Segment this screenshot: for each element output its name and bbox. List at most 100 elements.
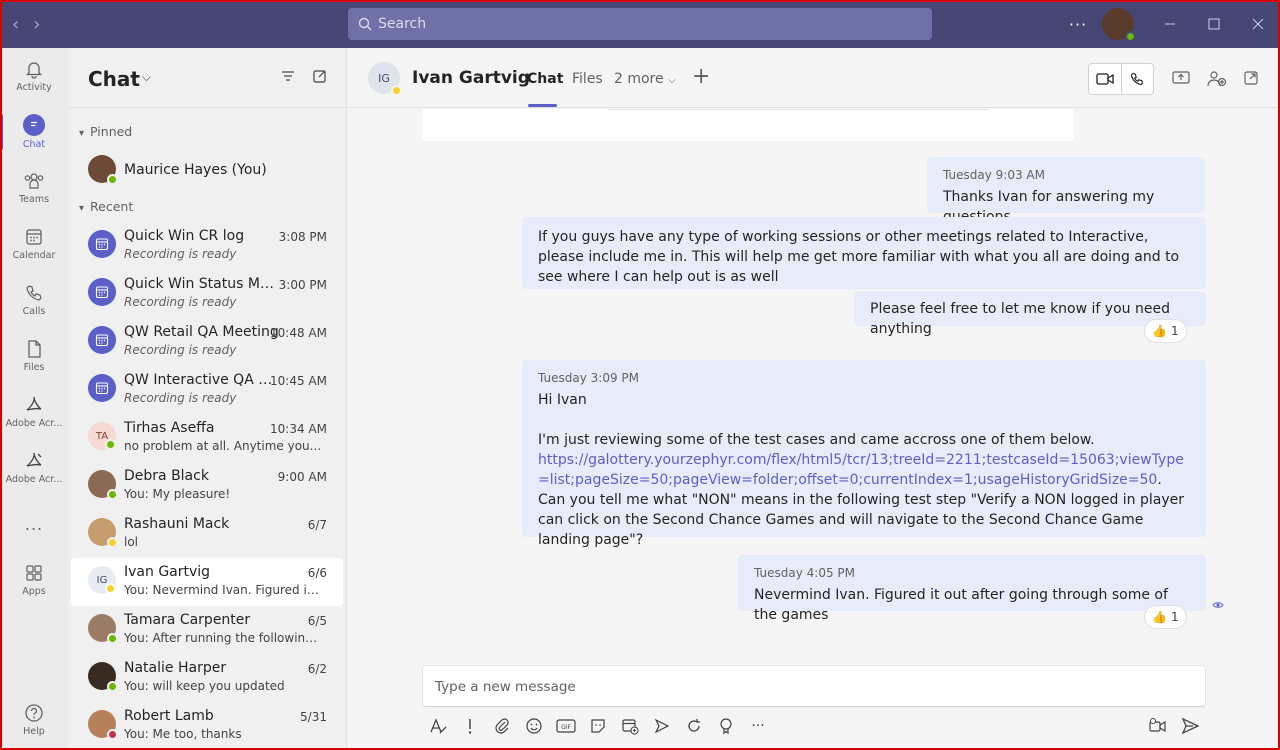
chevron-down-icon[interactable]: ⌵ (142, 70, 151, 85)
chat-name: Ivan Gartvig (124, 564, 211, 580)
message-bubble[interactable]: Tuesday 4:05 PM Nevermind Ivan. Figured … (738, 555, 1206, 623)
rail-apps[interactable]: Apps (0, 552, 68, 608)
gif-button[interactable]: GIF (556, 716, 576, 736)
rail-calls[interactable]: Calls (0, 272, 68, 328)
chat-preview: Recording is ready (124, 247, 237, 261)
rail-activity[interactable]: Activity (0, 48, 68, 104)
reaction-like[interactable]: 👍 1 (1144, 605, 1187, 629)
chat-list-item[interactable]: Maurice Hayes (You) (71, 147, 343, 195)
format-text-icon (430, 718, 447, 734)
emoji-button[interactable] (524, 716, 544, 736)
chat-list-item-selected[interactable]: IG Ivan Gartvig 6/6 You: Nevermind Ivan.… (71, 558, 343, 606)
send-icon (1181, 717, 1199, 735)
stream-button[interactable] (652, 716, 672, 736)
add-people-icon[interactable] (1207, 70, 1227, 88)
message-list[interactable]: Tuesday 9:03 AM Thanks Ivan for answerin… (348, 109, 1280, 657)
important-button[interactable] (460, 716, 480, 736)
presence-available-icon (107, 681, 118, 692)
message-bubble[interactable]: If you guys have any type of working ses… (522, 217, 1206, 289)
rail-calendar[interactable]: Calendar (0, 216, 68, 272)
file-icon (28, 340, 41, 358)
calendar-icon (26, 229, 42, 245)
recent-section-label[interactable]: Recent (79, 199, 133, 214)
message-text: Please feel free to let me know if you n… (870, 301, 1170, 337)
chat-name: Tirhas Aseffa (124, 420, 215, 436)
search-bar[interactable]: Search (348, 8, 932, 40)
schedule-meeting-button[interactable] (620, 716, 640, 736)
chat-list-item[interactable]: QW Retail QA Meeting 10:48 AM Recording … (71, 318, 343, 366)
chat-time: 5/31 (300, 710, 327, 724)
chat-list-item[interactable]: Natalie Harper 6/2 You: will keep you up… (71, 654, 343, 702)
minimize-button[interactable] (1148, 0, 1192, 48)
pinned-section-label[interactable]: Pinned (79, 124, 132, 139)
gif-icon: GIF (556, 719, 576, 733)
send-button[interactable] (1180, 716, 1200, 736)
phone-icon (26, 285, 42, 301)
search-placeholder: Search (378, 16, 427, 32)
tab-files[interactable]: Files (572, 71, 603, 87)
chat-name: Robert Lamb (124, 708, 214, 724)
rail-chat[interactable]: Chat (0, 104, 68, 160)
format-button[interactable] (428, 716, 448, 736)
chat-time: 6/2 (307, 662, 327, 676)
tab-more[interactable]: 2 more ⌵ (614, 71, 676, 87)
avatar (88, 470, 118, 500)
rail-files[interactable]: Files (0, 328, 68, 384)
chat-list-item[interactable]: QW Interactive QA M... 10:45 AM Recordin… (71, 366, 343, 414)
chat-preview: no problem at all. Anytime you... (124, 439, 322, 453)
rail-teams[interactable]: Teams (0, 160, 68, 216)
forward-arrow-icon[interactable]: › (33, 14, 40, 35)
tab-chat[interactable]: Chat (527, 71, 563, 87)
video-clip-button[interactable] (1148, 716, 1168, 736)
conversation-title[interactable]: Ivan Gartvig (412, 68, 530, 88)
chat-list-item[interactable]: Debra Black 9:00 AM You: My pleasure! (71, 462, 343, 510)
chat-list-item[interactable]: TA Tirhas Aseffa 10:34 AM no problem at … (71, 414, 343, 462)
audio-call-button[interactable] (1122, 64, 1154, 94)
rail-more-apps[interactable]: ... (0, 496, 68, 552)
chat-time: 10:48 AM (270, 326, 327, 340)
message-text-part: I'm just reviewing some of the test case… (538, 432, 1095, 448)
settings-more-button[interactable]: ··· (1058, 15, 1098, 34)
rail-adobe-acrobat-2[interactable]: Adobe Acr... (0, 440, 68, 496)
message-input[interactable] (435, 676, 1175, 698)
chat-list-item[interactable]: Robert Lamb 5/31 You: Me too, thanks (71, 702, 343, 750)
chat-name: Debra Black (124, 468, 209, 484)
maximize-button[interactable] (1192, 0, 1236, 48)
test-case-link[interactable]: https://galottery.yourzephyr.com/flex/ht… (538, 452, 1184, 488)
tab-more-label: 2 more (614, 71, 664, 87)
praise-button[interactable] (716, 716, 736, 736)
chat-list-title: Chat (88, 67, 140, 91)
message-bubble[interactable]: Tuesday 3:09 PM Hi Ivan I'm just reviewi… (522, 360, 1206, 548)
message-bubble[interactable]: Tuesday 9:03 AM Thanks Ivan for answerin… (927, 157, 1205, 225)
profile-avatar[interactable] (1102, 8, 1136, 42)
chat-list-item[interactable]: Quick Win CR log 3:08 PM Recording is re… (71, 222, 343, 270)
rail-adobe-acrobat-1[interactable]: Adobe Acr... (0, 384, 68, 440)
sticker-button[interactable] (588, 716, 608, 736)
stream-play-icon (654, 718, 670, 734)
close-button[interactable] (1236, 0, 1280, 48)
chat-name: Rashauni Mack (124, 516, 230, 532)
attach-button[interactable] (492, 716, 512, 736)
rail-help[interactable]: Help (0, 692, 68, 748)
add-tab-icon[interactable]: + (692, 64, 710, 89)
praise-badge-icon (720, 718, 732, 735)
chat-list-item[interactable]: Tamara Carpenter 6/5 You: After running … (71, 606, 343, 654)
chat-list-item[interactable]: Rashauni Mack 6/7 lol (71, 510, 343, 558)
more-options-button[interactable]: ··· (748, 716, 768, 736)
rail-label: Calls (22, 306, 46, 317)
conversation-avatar[interactable]: IG (368, 62, 402, 96)
new-chat-icon[interactable] (312, 68, 328, 84)
filter-icon[interactable] (280, 68, 296, 84)
share-screen-icon[interactable] (1172, 70, 1190, 86)
avatar-initials: IG (378, 71, 390, 85)
previous-attachment-card[interactable] (422, 109, 1074, 141)
compose-box[interactable] (422, 665, 1206, 707)
more-icon: ... (24, 514, 44, 534)
loop-button[interactable] (684, 716, 704, 736)
pop-out-icon[interactable] (1243, 70, 1259, 86)
chat-list-item[interactable]: Quick Win Status Meet... 3:00 PM Recordi… (71, 270, 343, 318)
chat-time: 10:34 AM (270, 422, 327, 436)
reaction-like[interactable]: 👍 1 (1144, 319, 1187, 343)
back-arrow-icon[interactable]: ‹ (12, 14, 19, 35)
video-call-button[interactable] (1089, 64, 1122, 94)
